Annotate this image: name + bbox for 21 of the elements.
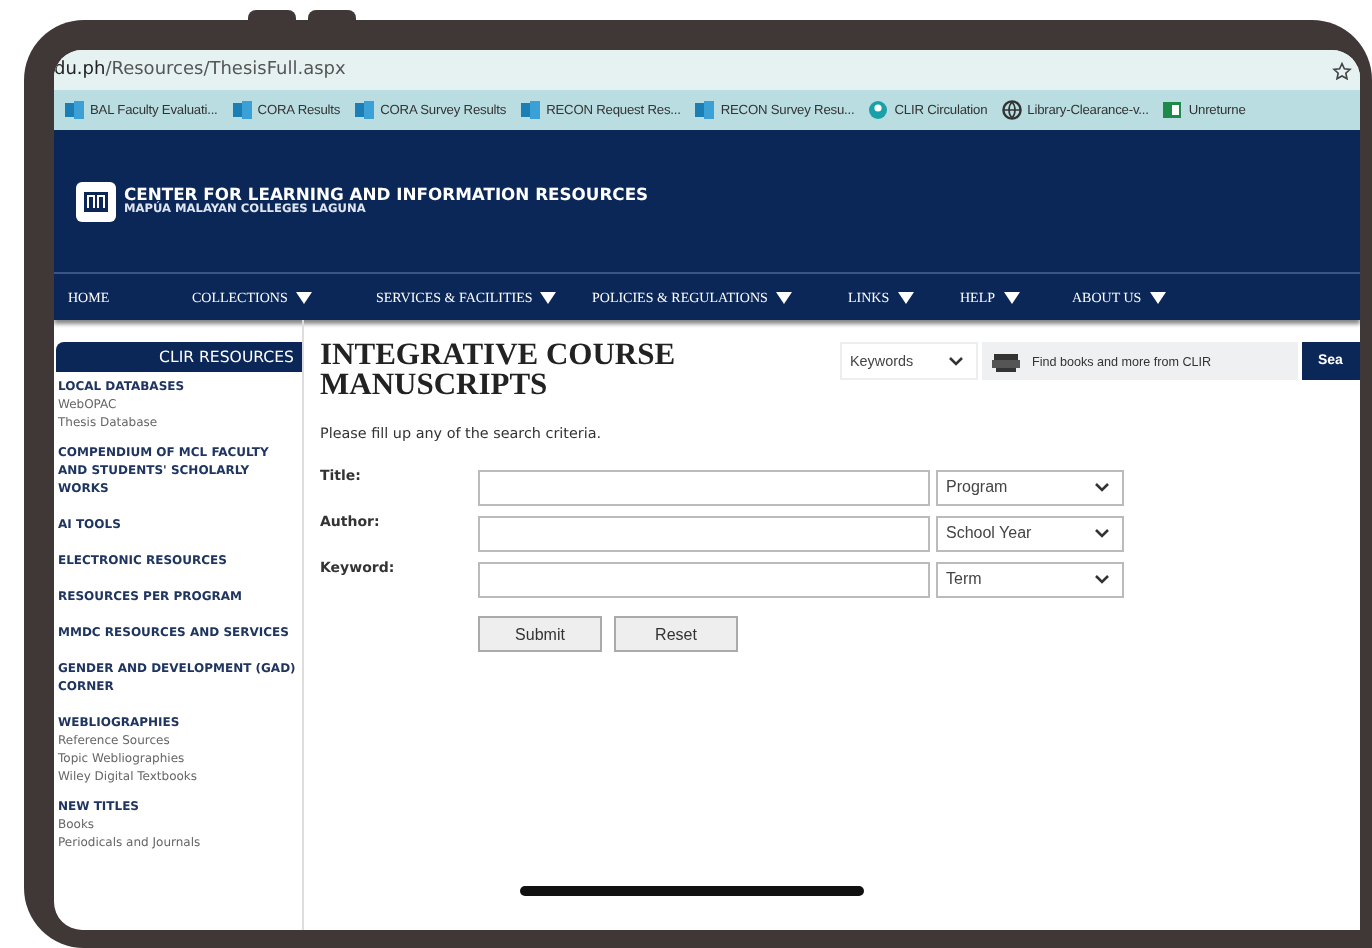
text-input[interactable] (478, 469, 930, 505)
form-icon (694, 100, 715, 120)
star-icon (1332, 61, 1352, 79)
form-button[interactable]: Reset (614, 616, 738, 652)
address-bar-url[interactable]: du.ph/Resources/ThesisFull.aspx (54, 60, 346, 80)
filter-dropdown[interactable]: Program (936, 469, 1124, 505)
form-icon (520, 100, 541, 120)
form-icon (354, 100, 375, 120)
site-title: CENTER FOR LEARNING AND INFORMATION RESOURCES (124, 185, 649, 203)
text-input[interactable] (478, 515, 930, 551)
text-input[interactable] (478, 561, 930, 597)
form-button[interactable]: Submit (478, 616, 602, 652)
form-icon (231, 100, 252, 120)
globe-icon (1001, 100, 1022, 120)
page-title: INTEGRATIVE COURSE MANUSCRIPTS (320, 340, 678, 400)
filter-dropdown[interactable]: School Year (936, 515, 1124, 551)
form-icon (64, 100, 84, 120)
library-logo-icon (76, 181, 116, 221)
books-icon (992, 350, 1020, 372)
filter-dropdown[interactable]: Term (936, 561, 1124, 597)
spreadsheet-icon (1162, 100, 1183, 120)
